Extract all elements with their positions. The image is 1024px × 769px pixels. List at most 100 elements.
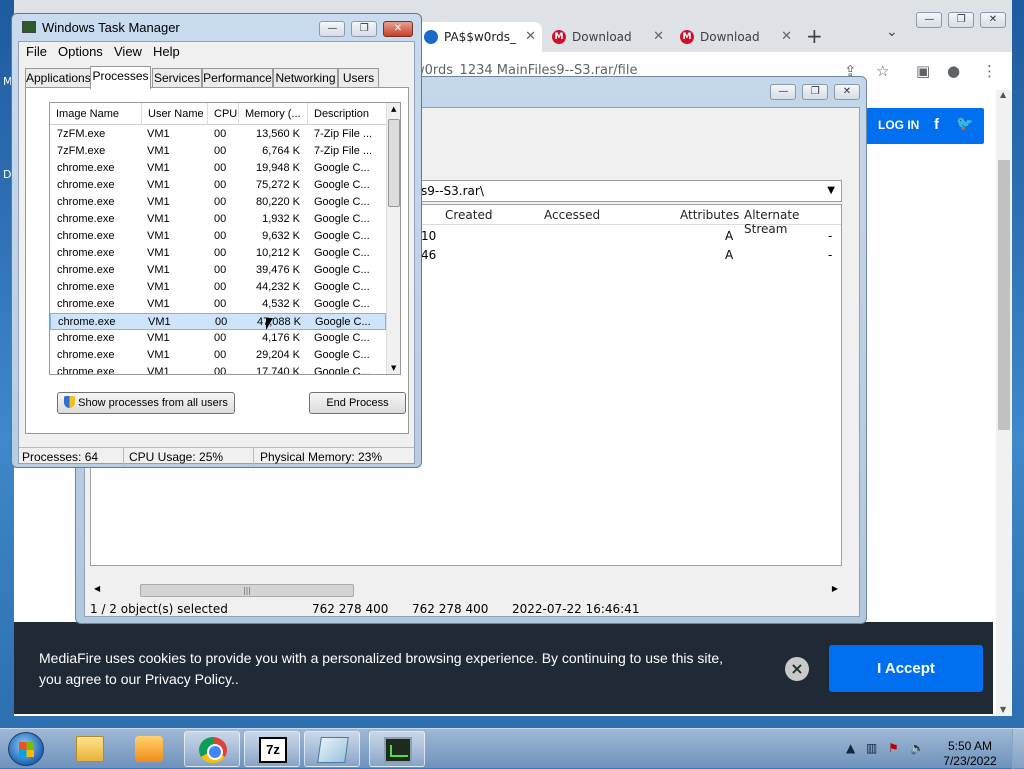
column-user-name[interactable]: User Name	[142, 103, 208, 125]
scrollbar-thumb[interactable]	[998, 160, 1010, 430]
page-scrollbar[interactable]: ▲ ▼	[996, 90, 1012, 716]
accept-cookies-button[interactable]: I Accept	[829, 645, 983, 692]
process-row[interactable]: chrome.exe VM1 00 4,176 K Google C...	[50, 330, 386, 347]
column-cpu[interactable]: CPU	[208, 103, 239, 125]
show-all-processes-button[interactable]: Show processes from all users	[57, 392, 235, 414]
process-row[interactable]: chrome.exe VM1 00 9,632 K Google C...	[50, 228, 386, 245]
scroll-up-arrow-icon[interactable]: ▲	[1000, 90, 1006, 99]
process-row[interactable]: 7zFM.exe VM1 00 6,764 K 7-Zip File ...	[50, 143, 386, 160]
task-manager-titlebar[interactable]: Windows Task Manager	[22, 20, 180, 35]
scroll-down-arrow-icon[interactable]: ▼	[1000, 705, 1006, 714]
task-manager-body: File Options View Help Applications Proc…	[18, 41, 415, 466]
twitter-icon[interactable]: 🐦	[956, 116, 973, 132]
cell-fragment: 10	[421, 229, 437, 243]
process-row[interactable]: chrome.exe VM1 00 39,476 K Google C...	[50, 262, 386, 279]
restore-icon[interactable]: ❐	[351, 21, 378, 37]
close-icon[interactable]: ✕	[525, 22, 536, 52]
process-cell-user: VM1	[147, 179, 170, 191]
process-cell-name: 7zFM.exe	[57, 128, 106, 140]
scroll-up-arrow-icon[interactable]: ▲	[391, 105, 396, 113]
minimize-icon[interactable]: —	[770, 84, 797, 100]
profile-avatar-icon[interactable]: ●	[947, 62, 960, 80]
column-image-name[interactable]: Image Name	[50, 103, 142, 125]
process-row[interactable]: chrome.exe VM1 00 47,088 K Google C...	[50, 313, 386, 330]
tab-download-2[interactable]: M Download ✕	[672, 22, 798, 52]
action-center-flag-icon[interactable]: ⚑	[888, 741, 899, 755]
process-row[interactable]: chrome.exe VM1 00 29,204 K Google C...	[50, 347, 386, 364]
login-link[interactable]: LOG IN	[878, 118, 919, 132]
tab-performance[interactable]: Performance	[202, 68, 273, 88]
show-hidden-icons-icon[interactable]: ▲	[846, 741, 855, 755]
dropdown-arrow-icon[interactable]: ▼	[827, 181, 835, 201]
close-icon[interactable]: ✕	[980, 12, 1006, 28]
horizontal-scrollbar[interactable]: ◀ ||| ▶	[90, 582, 842, 599]
scroll-down-arrow-icon[interactable]: ▼	[391, 364, 396, 372]
scrollbar-thumb[interactable]: |||	[140, 584, 354, 597]
clock[interactable]: 5:50 AM 7/23/2022	[930, 739, 1010, 769]
close-icon[interactable]: ✕	[781, 22, 792, 52]
cookie-close-button[interactable]: ×	[785, 657, 809, 681]
volume-icon[interactable]: 🔈	[910, 741, 925, 755]
side-panel-icon[interactable]: ▣	[916, 62, 930, 80]
tab-applications[interactable]: Applications	[25, 68, 91, 88]
bookmark-star-icon[interactable]: ☆	[876, 62, 889, 80]
restore-icon[interactable]: ❐	[948, 12, 975, 28]
taskbar-7zip[interactable]: 7z	[244, 731, 300, 767]
process-row[interactable]: chrome.exe VM1 00 80,220 K Google C...	[50, 194, 386, 211]
tab-search-chevron-icon[interactable]: ⌄	[886, 24, 898, 40]
column-accessed[interactable]: Accessed	[544, 208, 600, 222]
task-manager-window-controls: — ❐ ✕	[317, 20, 413, 37]
taskbar-explorer[interactable]	[62, 731, 118, 767]
mouse-cursor-icon	[266, 318, 273, 330]
tab-passwords[interactable]: PA$$w0rds_ ✕	[416, 22, 542, 52]
process-list[interactable]: Image Name User Name CPU Memory (... Des…	[49, 102, 401, 375]
column-memory[interactable]: Memory (...	[239, 103, 308, 125]
network-icon[interactable]: ▥	[866, 741, 877, 755]
close-icon[interactable]: ✕	[383, 21, 413, 37]
end-process-button[interactable]: End Process	[309, 392, 406, 414]
menu-options[interactable]: Options	[58, 44, 103, 59]
process-cell-name: chrome.exe	[57, 281, 115, 293]
start-button[interactable]	[8, 732, 44, 766]
facebook-icon[interactable]: f	[934, 116, 939, 133]
column-created[interactable]: Created	[445, 208, 493, 222]
new-tab-plus-icon[interactable]: +	[806, 22, 823, 50]
process-cell-name: chrome.exe	[58, 316, 116, 328]
tab-download-1[interactable]: M Download ✕	[544, 22, 670, 52]
column-attributes[interactable]: Attributes	[680, 208, 739, 222]
minimize-icon[interactable]: —	[916, 12, 943, 28]
tab-networking[interactable]: Networking	[273, 68, 338, 88]
taskbar-chrome[interactable]	[184, 731, 240, 767]
process-row[interactable]: chrome.exe VM1 00 75,272 K Google C...	[50, 177, 386, 194]
menu-file[interactable]: File	[26, 44, 47, 59]
tab-users[interactable]: Users	[338, 68, 379, 88]
close-icon[interactable]: ✕	[653, 22, 664, 52]
tab-processes[interactable]: Processes	[90, 66, 151, 89]
scroll-left-arrow-icon[interactable]: ◀	[94, 584, 100, 593]
scrollbar-thumb[interactable]	[388, 119, 400, 207]
process-row[interactable]: chrome.exe VM1 00 17,740 K Google C...	[50, 364, 386, 374]
show-desktop-button[interactable]	[1012, 729, 1024, 769]
menu-view[interactable]: View	[114, 44, 142, 59]
restore-icon[interactable]: ❐	[802, 84, 829, 100]
process-row[interactable]: chrome.exe VM1 00 4,532 K Google C...	[50, 296, 386, 313]
minimize-icon[interactable]: —	[319, 21, 346, 37]
process-row[interactable]: chrome.exe VM1 00 10,212 K Google C...	[50, 245, 386, 262]
process-row[interactable]: chrome.exe VM1 00 1,932 K Google C...	[50, 211, 386, 228]
tab-services[interactable]: Services	[152, 68, 202, 88]
process-row[interactable]: chrome.exe VM1 00 44,232 K Google C...	[50, 279, 386, 296]
scroll-right-arrow-icon[interactable]: ▶	[832, 584, 838, 593]
taskbar-notepad[interactable]	[304, 731, 360, 767]
taskbar-media-player[interactable]	[121, 731, 177, 767]
process-row[interactable]: 7zFM.exe VM1 00 13,560 K 7-Zip File ...	[50, 126, 386, 143]
process-row[interactable]: chrome.exe VM1 00 19,948 K Google C...	[50, 160, 386, 177]
process-cell-user: VM1	[147, 196, 170, 208]
menu-help[interactable]: Help	[153, 44, 180, 59]
process-list-scrollbar[interactable]: ▲ ▼	[386, 103, 400, 374]
taskbar-task-manager[interactable]	[369, 731, 425, 767]
column-description[interactable]: Description	[308, 103, 386, 125]
cell-fragment: 46	[421, 248, 437, 262]
close-icon[interactable]: ✕	[834, 84, 860, 100]
menu-kebab-icon[interactable]: ⋮	[982, 62, 997, 80]
process-cell-cpu: 00	[214, 196, 227, 208]
